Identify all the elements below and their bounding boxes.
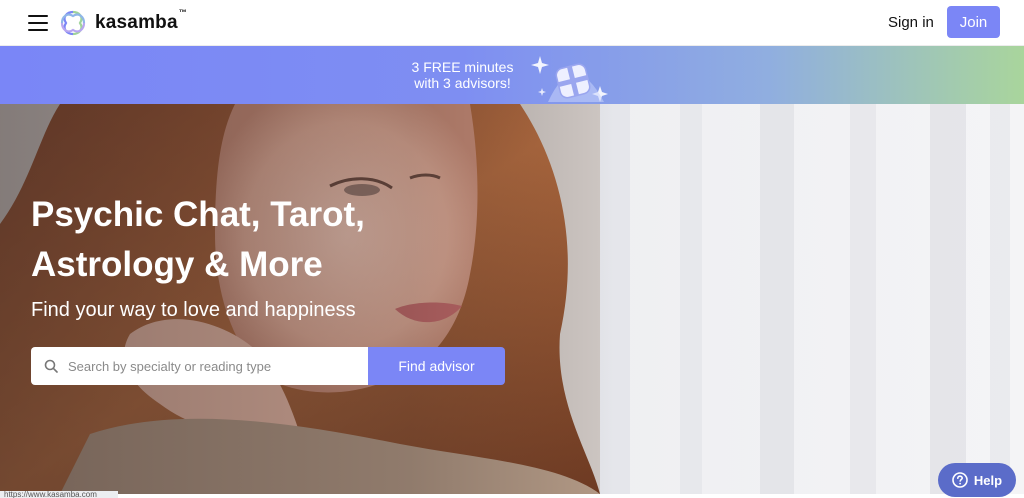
gift-icon	[531, 56, 608, 102]
hero-section: Psychic Chat, Tarot, Astrology & More Fi…	[0, 104, 1024, 494]
hero-title-line-2: Astrology & More	[31, 245, 323, 284]
search-icon	[44, 359, 58, 373]
help-button[interactable]: Help	[938, 463, 1016, 497]
hero-title-line-1: Psychic Chat, Tarot,	[31, 195, 365, 234]
promo-text: 3 FREE minutes with 3 advisors!	[400, 59, 525, 91]
search-input[interactable]	[68, 358, 358, 374]
hero-subtitle: Find your way to love and happiness	[31, 299, 356, 321]
top-header: kasamba™ Sign in Join	[0, 0, 1024, 46]
join-button[interactable]: Join	[947, 6, 1000, 38]
kasamba-logo-icon	[60, 10, 86, 36]
trademark-mark: ™	[178, 7, 187, 17]
find-advisor-button[interactable]: Find advisor	[368, 347, 505, 385]
free-minutes-banner[interactable]: 3 FREE minutes with 3 advisors!	[0, 46, 1024, 104]
brand-name: kasamba™	[95, 7, 187, 33]
promo-line-1: 3 FREE minutes	[411, 59, 514, 75]
promo-line-2: with 3 advisors!	[414, 75, 511, 91]
brand-logo[interactable]: kasamba™	[58, 8, 187, 38]
help-label: Help	[973, 472, 1003, 488]
question-icon	[952, 472, 968, 488]
hero-title: Psychic Chat, Tarot, Astrology & More	[31, 190, 451, 290]
sign-in-link[interactable]: Sign in	[888, 14, 934, 31]
menu-icon[interactable]	[28, 14, 48, 32]
status-bar-url: https://www.kasamba.com	[0, 491, 118, 498]
search-bar[interactable]	[31, 347, 368, 385]
